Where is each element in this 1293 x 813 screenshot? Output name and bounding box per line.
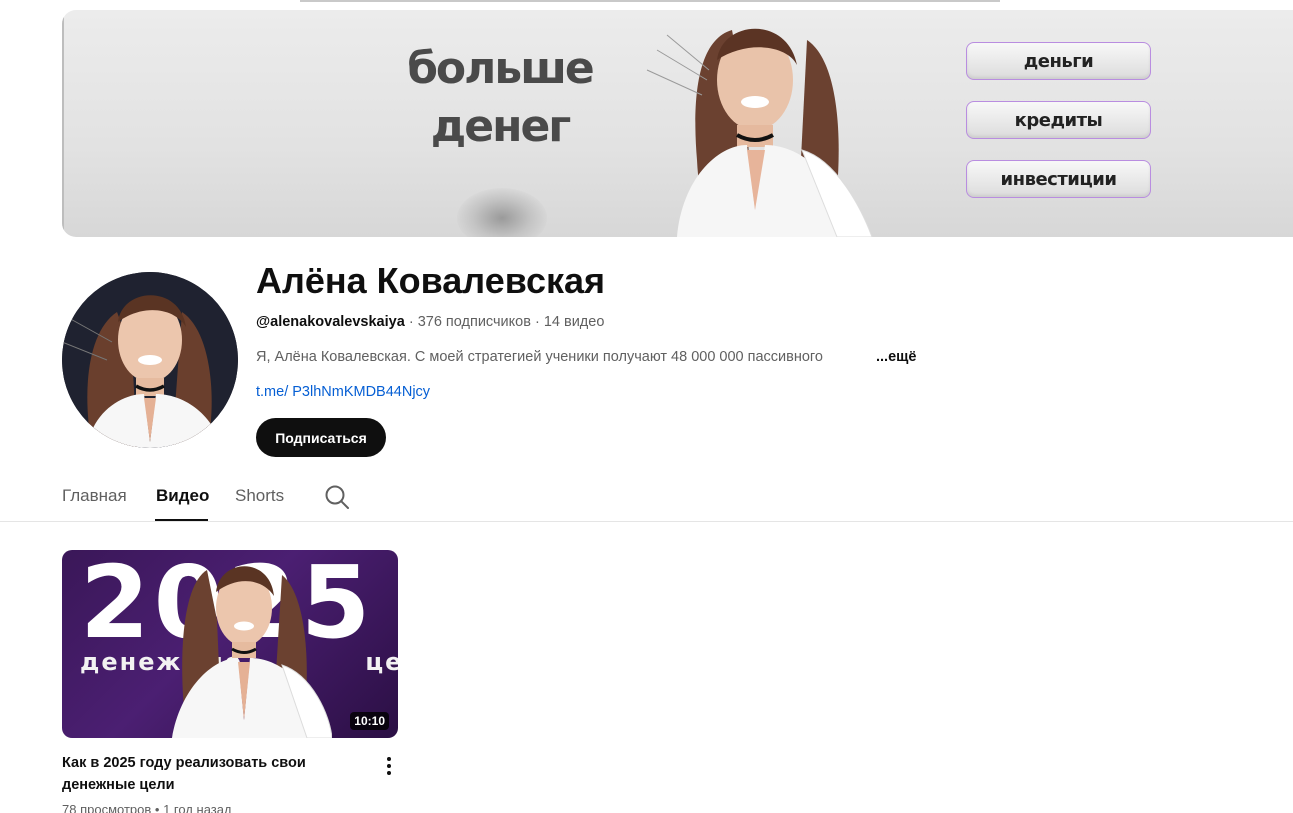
video-count: 14 видео [543, 314, 605, 330]
meta-separator: · [408, 314, 414, 330]
subscribe-button[interactable]: Подписаться [256, 418, 386, 457]
tab-shorts[interactable]: Shorts [235, 486, 284, 506]
tabs-divider [0, 521, 1293, 522]
channel-tabs: Главная Видео Shorts [62, 474, 462, 522]
banner-headline-line1: больше [407, 43, 595, 94]
tab-videos[interactable]: Видео [156, 486, 209, 506]
banner-edge [62, 10, 64, 237]
video-views: 78 просмотров [62, 802, 152, 813]
banner-headline-line2: денег [430, 101, 572, 152]
video-meta-separator: • [154, 802, 160, 813]
top-scroll-strip [300, 0, 1000, 2]
channel-handle: @alenakovalevskaiya [256, 314, 405, 330]
subscriber-count: 376 подписчиков [417, 314, 531, 330]
video-thumbnail[interactable]: 2025 денежные цели 10:10 [62, 550, 398, 738]
channel-banner: больше денег деньги кредиты инвестиции [62, 10, 1293, 237]
channel-avatar[interactable] [62, 272, 238, 448]
banner-headline: больше денег [405, 40, 595, 156]
video-duration-badge: 10:10 [350, 712, 389, 730]
description-more-link[interactable]: ...ещё [876, 349, 916, 365]
video-age: 1 год назад [163, 802, 232, 813]
channel-meta: @alenakovalevskaiya · 376 подписчиков · … [256, 314, 604, 330]
search-icon[interactable] [324, 484, 350, 510]
banner-pill-money: деньги [966, 42, 1151, 80]
more-vert-icon[interactable] [378, 754, 400, 778]
video-title[interactable]: Как в 2025 году реализовать свои денежны… [62, 752, 352, 796]
banner-pill-credits: кредиты [966, 101, 1151, 139]
avatar-image [62, 272, 238, 448]
channel-page: больше денег деньги кредиты инвестиции А… [0, 0, 1293, 813]
menu-dot [387, 771, 391, 775]
meta-separator: · [534, 314, 540, 330]
channel-name: Алёна Ковалевская [256, 260, 606, 301]
banner-decor-blob [457, 188, 547, 237]
channel-external-link[interactable]: t.me/ P3lhNmKMDB44Njcy [256, 384, 430, 400]
banner-person-image [646, 28, 873, 237]
video-meta: 78 просмотров • 1 год назад [62, 802, 232, 813]
menu-dot [387, 764, 391, 768]
tab-home[interactable]: Главная [62, 486, 127, 506]
menu-dot [387, 757, 391, 761]
channel-description: Я, Алёна Ковалевская. С моей стратегией … [256, 349, 823, 365]
channel-description-row[interactable]: Я, Алёна Ковалевская. С моей стратегией … [256, 349, 916, 365]
thumbnail-person-image [172, 566, 332, 738]
banner-pill-investments: инвестиции [966, 160, 1151, 198]
